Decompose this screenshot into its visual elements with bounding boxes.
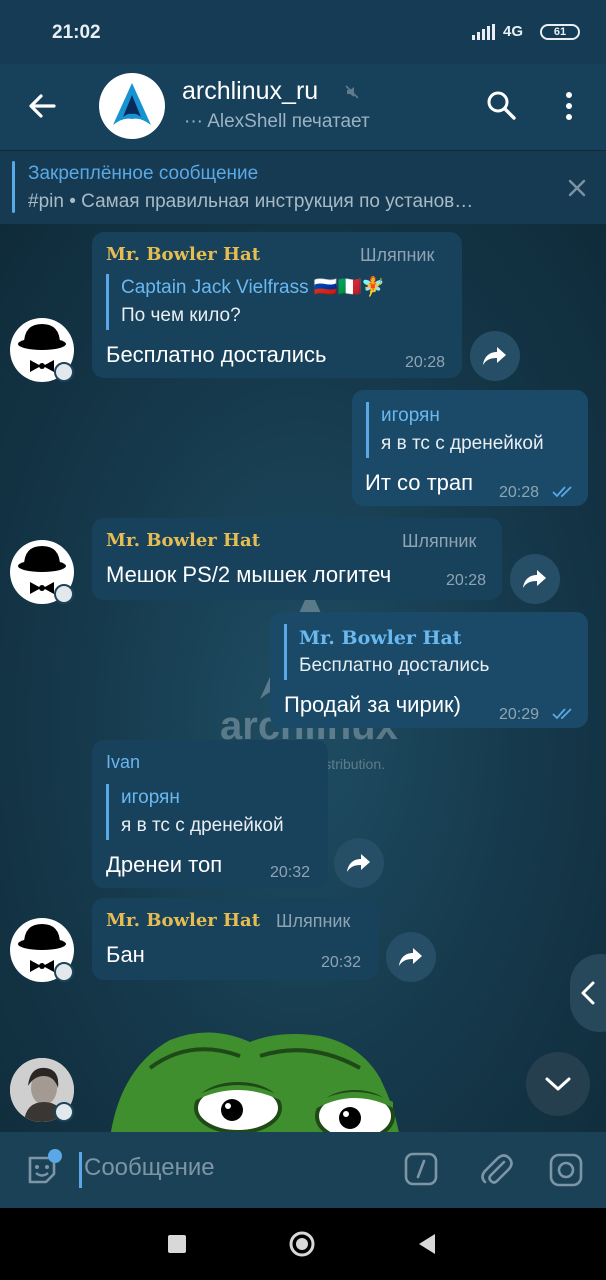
reply-text: По чем кило? xyxy=(121,305,241,326)
bot-commands-icon[interactable] xyxy=(404,1152,438,1186)
message-text: Ит со трап xyxy=(365,470,474,495)
paperclip-icon[interactable] xyxy=(478,1150,514,1188)
share-icon xyxy=(347,854,370,872)
message-text: Бесплатно достались xyxy=(106,342,327,367)
sender-name[interactable]: Ivan xyxy=(106,752,140,773)
message-time: 20:28 xyxy=(405,354,446,371)
camera-icon[interactable] xyxy=(548,1152,584,1188)
share-icon xyxy=(523,570,546,588)
chat-header: archlinux_ru ··· AlexShell печатает xyxy=(0,64,606,150)
text-cursor xyxy=(79,1152,82,1188)
sender-name[interactable]: Mr. Bowler Hat xyxy=(106,530,260,551)
chevron-left-icon xyxy=(581,981,595,1005)
reply-quote[interactable]: Mr. Bowler Hat Бесплатно достались xyxy=(284,624,489,680)
back-arrow-icon[interactable] xyxy=(24,88,60,124)
clock: 21:02 xyxy=(52,22,101,43)
forward-button[interactable] xyxy=(510,554,560,604)
sender-role: Шляпник xyxy=(402,531,477,551)
forward-button[interactable] xyxy=(470,331,520,381)
home-icon[interactable] xyxy=(288,1230,316,1258)
forward-button[interactable] xyxy=(386,932,436,982)
message-time: 20:28 xyxy=(446,572,487,589)
close-icon[interactable] xyxy=(566,177,588,199)
message-bubble[interactable]: Mr. Bowler Hat Бесплатно достались Прода… xyxy=(270,612,588,728)
sender-role: Шляпник xyxy=(276,911,351,931)
reply-author: игорян xyxy=(121,787,180,808)
message-text: Дренеи топ xyxy=(106,852,223,877)
message-bubble[interactable]: игорян я в тс с дренейкой Ит со трап 20:… xyxy=(352,390,588,506)
sender-name[interactable]: Mr. Bowler Hat xyxy=(106,244,260,265)
message-list[interactable]: archlinux A simple, lightweight linux di… xyxy=(0,224,606,1132)
status-bar: 21:02 4G 61 xyxy=(0,0,606,64)
reply-author: Mr. Bowler Hat xyxy=(299,627,462,649)
search-icon[interactable] xyxy=(484,88,518,122)
reply-quote[interactable]: игорян я в тс с дренейкой xyxy=(366,402,544,458)
reply-author: игорян xyxy=(381,405,440,426)
share-icon xyxy=(483,347,506,365)
recents-icon[interactable] xyxy=(168,1235,186,1253)
message-time: 20:29 xyxy=(499,706,540,723)
side-panel-button[interactable] xyxy=(570,954,606,1032)
pinned-text: #pin • Самая правильная инструкция по ус… xyxy=(28,191,474,212)
online-status-dot xyxy=(54,584,74,604)
scroll-to-bottom-button[interactable] xyxy=(526,1052,590,1116)
message-time: 20:28 xyxy=(499,484,540,501)
system-nav-bar xyxy=(0,1208,606,1280)
frog-sticker-image[interactable] xyxy=(110,1028,400,1132)
message-input[interactable]: Сообщение xyxy=(84,1154,215,1182)
reply-quote[interactable]: Captain Jack Vielfrass 🇷🇺🇮🇹🧚 По чем кило… xyxy=(106,274,385,330)
reply-quote[interactable]: игорян я в тс с дренейкой xyxy=(106,784,284,840)
sender-role: Шляпник xyxy=(360,245,435,265)
message-bubble[interactable]: Mr. Bowler Hat Шляпник Captain Jack Viel… xyxy=(92,232,462,378)
message-bubble[interactable]: Ivan игорян я в тс с дренейкой Дренеи то… xyxy=(92,740,328,888)
chat-title[interactable]: archlinux_ru xyxy=(182,77,318,106)
message-text: Мешок PS/2 мышек логитеч xyxy=(106,562,392,587)
battery-icon: 61 xyxy=(540,24,580,40)
chevron-down-icon xyxy=(545,1077,571,1091)
share-icon xyxy=(399,948,422,966)
read-checks-icon xyxy=(552,486,572,498)
message-text: Продай за чирик) xyxy=(284,692,461,717)
signal-icon xyxy=(472,24,495,40)
more-vert-icon[interactable] xyxy=(554,88,584,124)
reply-text: я в тс с дренейкой xyxy=(121,815,284,836)
read-checks-icon xyxy=(552,708,572,720)
pinned-indicator xyxy=(12,161,15,213)
mute-icon xyxy=(345,85,359,99)
pinned-title: Закреплённое сообщение xyxy=(28,163,259,184)
message-time: 20:32 xyxy=(270,864,311,881)
nav-back-icon[interactable] xyxy=(416,1232,438,1256)
message-time: 20:32 xyxy=(321,954,362,971)
online-status-dot xyxy=(54,1102,74,1122)
online-status-dot xyxy=(54,962,74,982)
typing-status: ··· AlexShell печатает xyxy=(184,111,370,132)
message-composer: Сообщение xyxy=(0,1132,606,1208)
message-text: Бан xyxy=(106,942,145,967)
forward-button[interactable] xyxy=(334,838,384,888)
pinned-message[interactable]: Закреплённое сообщение #pin • Самая прав… xyxy=(0,150,606,224)
message-bubble[interactable]: Mr. Bowler Hat Шляпник Мешок PS/2 мышек … xyxy=(92,518,502,600)
notification-dot xyxy=(48,1149,62,1163)
reply-text: Бесплатно достались xyxy=(299,655,490,676)
reply-author: Captain Jack Vielfrass 🇷🇺🇮🇹🧚 xyxy=(121,277,385,298)
sender-name[interactable]: Mr. Bowler Hat xyxy=(106,910,260,931)
group-avatar[interactable] xyxy=(99,73,165,139)
battery-level: 61 xyxy=(553,26,567,38)
network-type: 4G xyxy=(503,23,524,40)
reply-text: я в тс с дренейкой xyxy=(381,433,544,454)
arch-logo-icon xyxy=(113,83,151,125)
online-status-dot xyxy=(54,362,74,382)
message-bubble[interactable]: Mr. Bowler Hat Шляпник Бан 20:32 xyxy=(92,898,378,980)
